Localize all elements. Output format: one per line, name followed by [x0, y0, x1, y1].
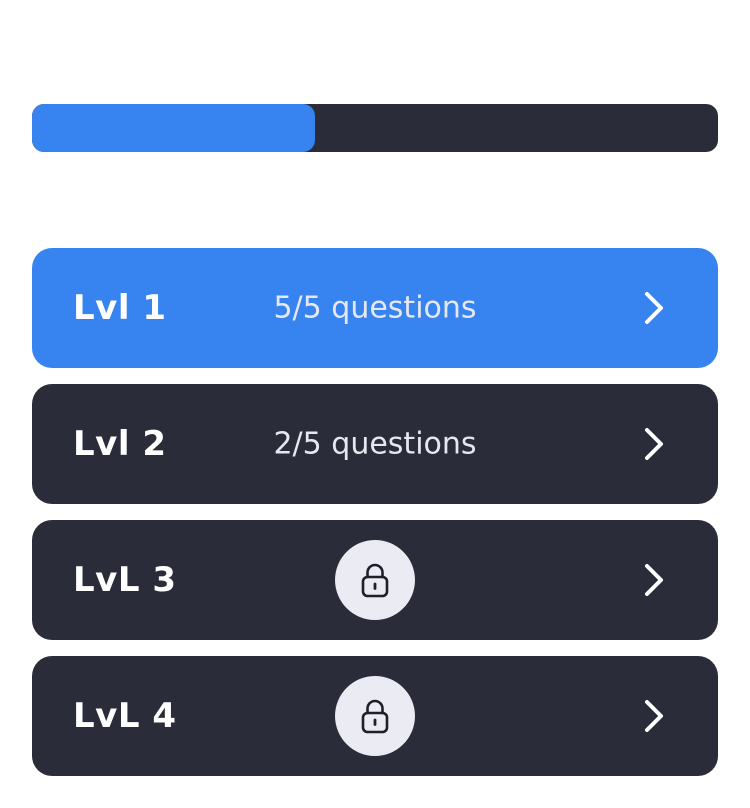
lock-icon — [335, 540, 415, 620]
chevron-right-icon — [645, 292, 663, 324]
chevron-right-icon — [645, 428, 663, 460]
chevron-right-icon — [645, 700, 663, 732]
level-item-4[interactable]: LvL 4 — [32, 656, 718, 776]
level-title: LvL 4 — [73, 696, 177, 736]
lock-icon — [335, 676, 415, 756]
level-progress-text: 5/5 questions — [273, 290, 477, 326]
level-item-2[interactable]: Lvl 2 2/5 questions — [32, 384, 718, 504]
level-item-1[interactable]: Lvl 1 5/5 questions — [32, 248, 718, 368]
progress-bar-fill — [32, 104, 316, 152]
level-title: LvL 3 — [73, 560, 177, 600]
level-title: Lvl 1 — [73, 288, 167, 328]
chevron-right-icon — [645, 564, 663, 596]
level-title: Lvl 2 — [73, 424, 167, 464]
level-progress-text: 2/5 questions — [273, 426, 477, 462]
level-item-3[interactable]: LvL 3 — [32, 520, 718, 640]
progress-bar — [32, 104, 718, 152]
